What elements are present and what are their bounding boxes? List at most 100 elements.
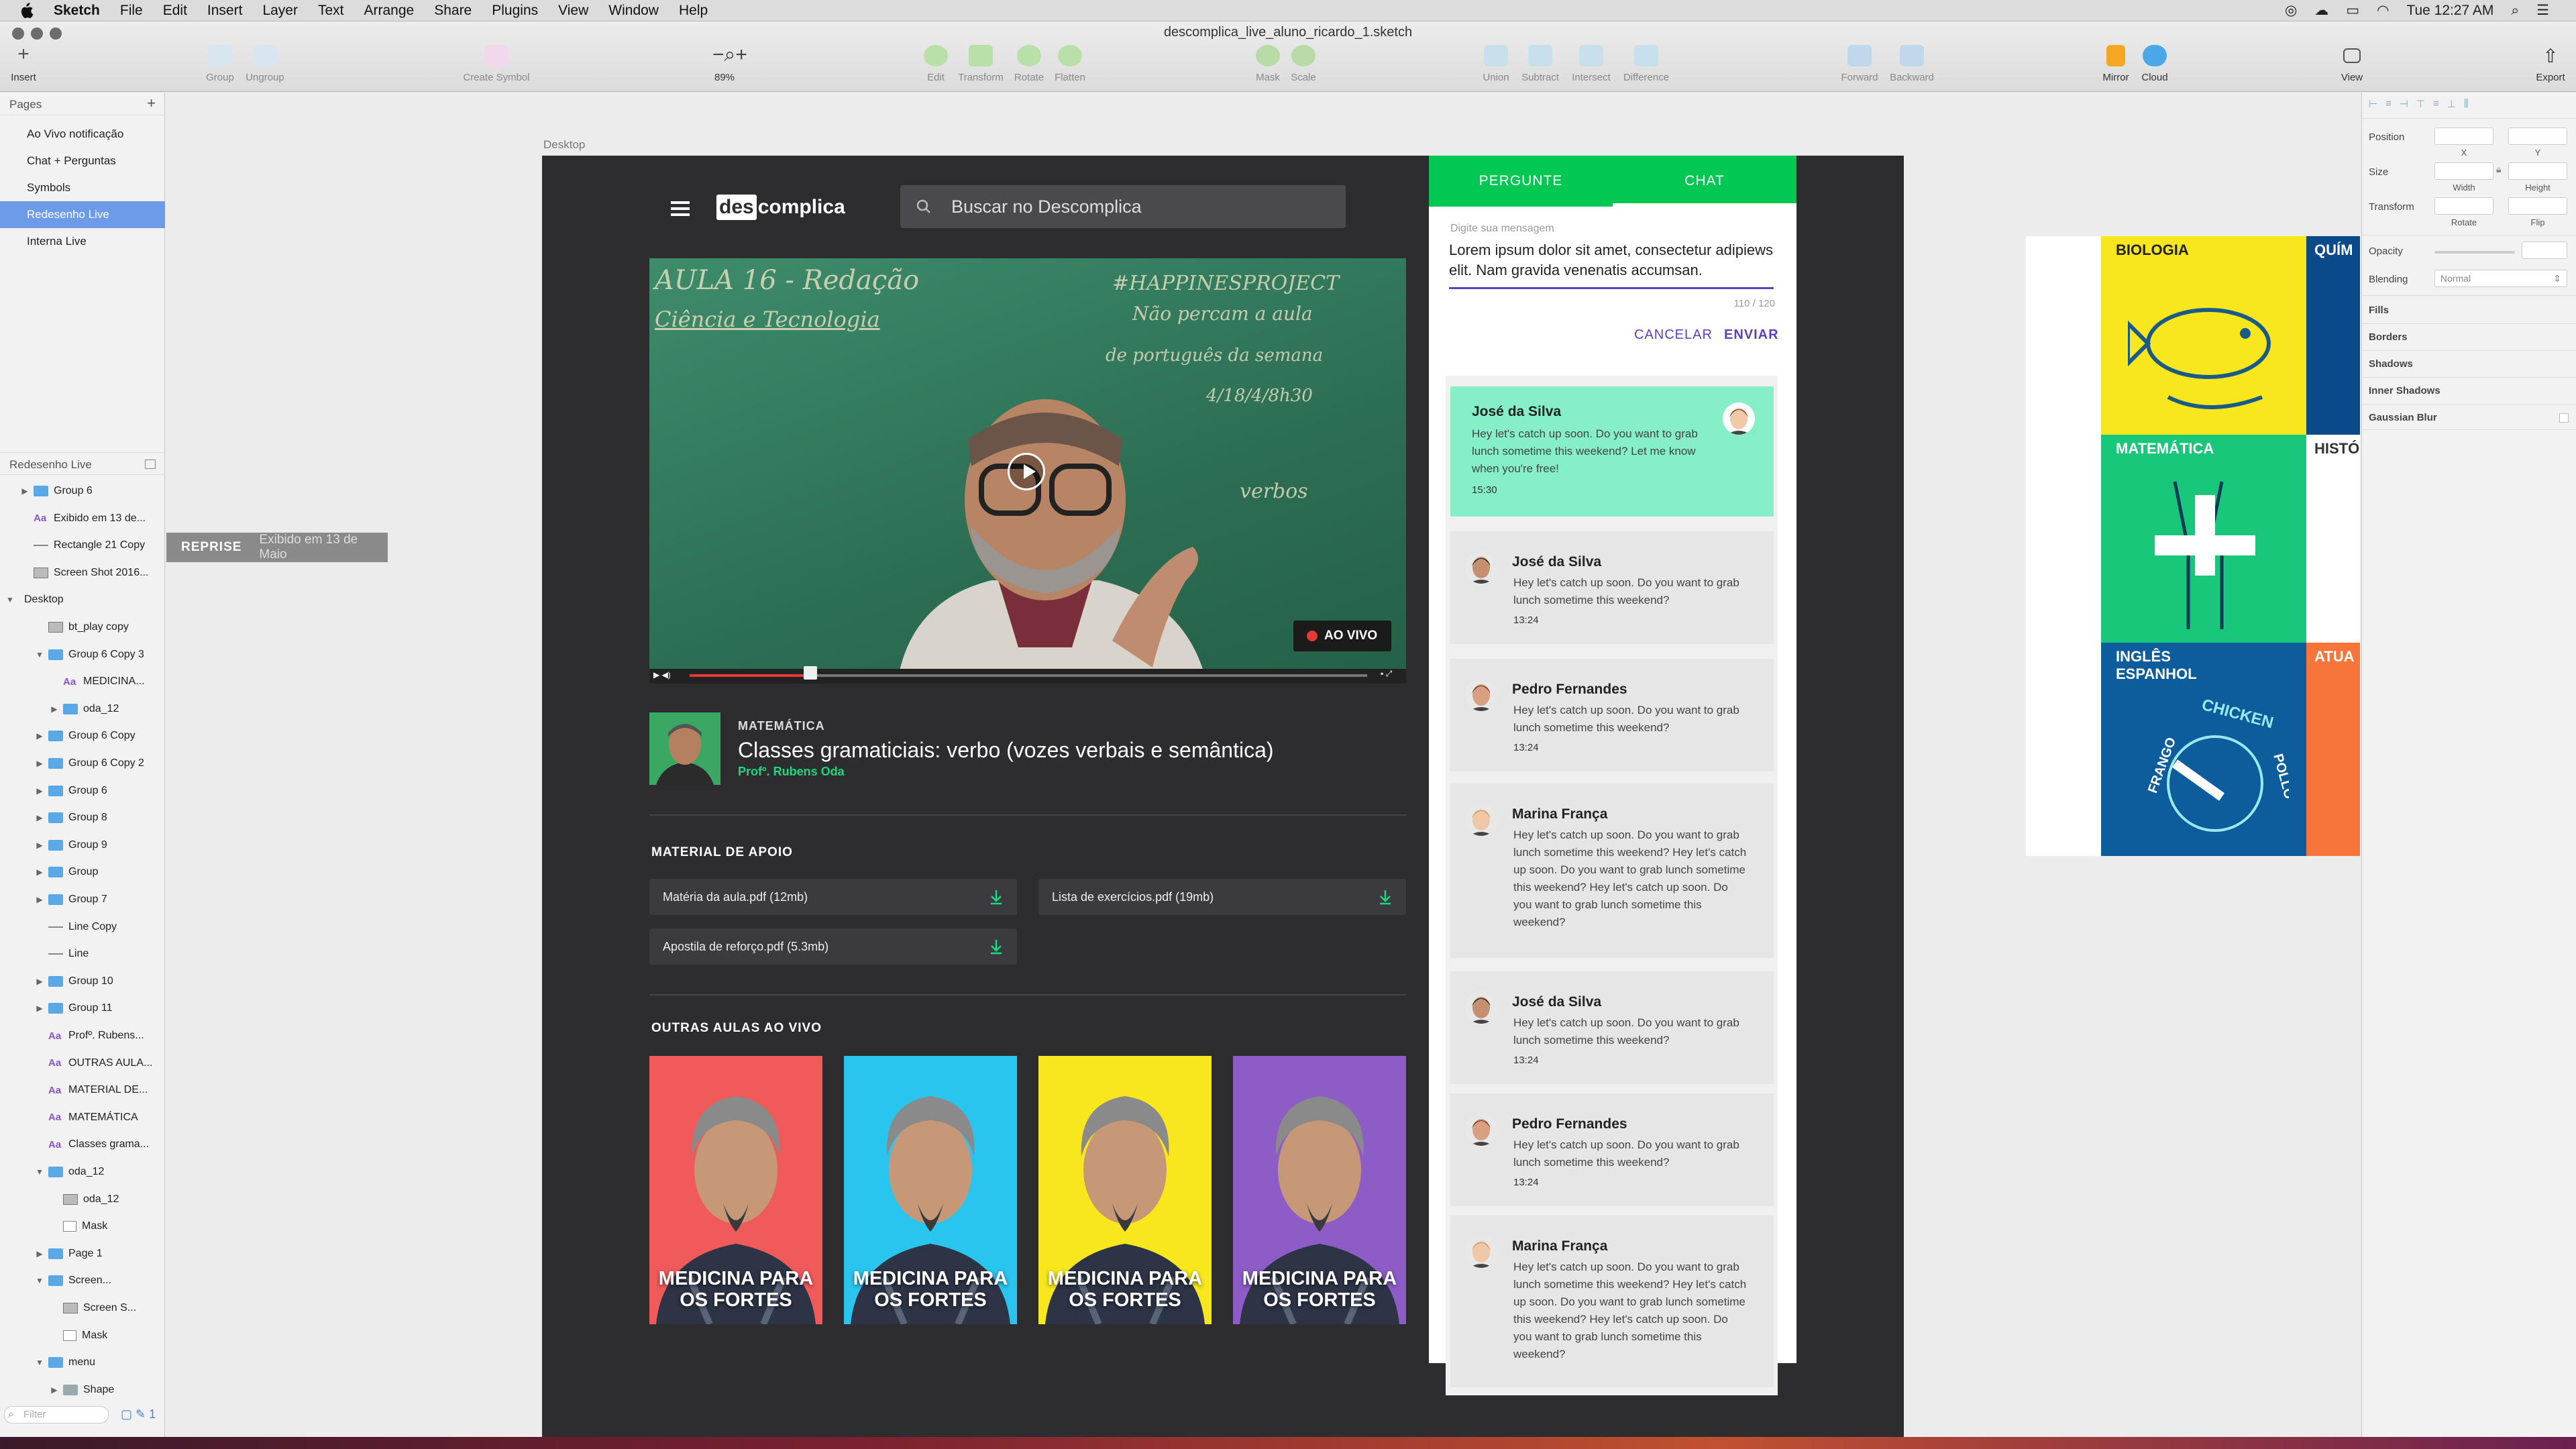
layer-row[interactable]: ▼ Screen... (0, 1267, 165, 1294)
x-field[interactable] (2434, 127, 2493, 145)
user-avatar[interactable] (1465, 1114, 1497, 1146)
layer-row[interactable]: Aa MATERIAL DE... (0, 1077, 165, 1104)
lesson-card[interactable]: MEDICINA PARA OS FORTES (844, 1056, 1017, 1324)
layer-row[interactable]: Aa Exibido em 13 de... (0, 505, 165, 532)
subject-tile[interactable]: ATUA (2306, 643, 2360, 856)
user-avatar[interactable] (1465, 679, 1497, 711)
layer-row[interactable]: Line (0, 941, 165, 967)
insert-button[interactable]: + Insert (0, 44, 57, 84)
menu-plugins[interactable]: Plugins (492, 3, 538, 19)
subject-tile[interactable]: QUÍM (2306, 236, 2360, 435)
backward-button[interactable]: Backward (1878, 45, 1945, 83)
align-right-icon[interactable]: ⊣ (2400, 98, 2408, 114)
subject-tile[interactable]: BIOLOGIA (2101, 236, 2306, 435)
layer-row[interactable]: Aa Profº. Rubens... (0, 1022, 165, 1049)
disclosure-closed-icon[interactable]: ▶ (35, 867, 44, 877)
layer-row[interactable]: Rectangle 21 Copy (0, 532, 165, 559)
menu-help[interactable]: Help (679, 3, 708, 19)
zoom-control[interactable]: −⌕+ 89% (691, 45, 758, 84)
lesson-card[interactable]: MEDICINA PARA OS FORTES (649, 1056, 822, 1324)
blending-select[interactable]: Normal ⇕ (2434, 270, 2567, 287)
view-button[interactable]: View (2318, 45, 2385, 83)
tab-chat[interactable]: CHAT (1613, 156, 1796, 207)
export-button[interactable]: ⇧ Export (2517, 45, 2576, 83)
video-scrubber[interactable] (804, 666, 817, 680)
disclosure-closed-icon[interactable]: ▶ (20, 486, 30, 496)
message-author[interactable]: Marina França (1512, 806, 1607, 822)
flip-control[interactable] (2508, 197, 2567, 215)
cloud-icon[interactable]: ☁ (2314, 2, 2328, 19)
menu-share[interactable]: Share (434, 3, 472, 19)
layer-row[interactable]: Mask (0, 1322, 165, 1349)
layer-filter-input[interactable]: Filter (4, 1406, 109, 1424)
layer-row[interactable]: ▶ Group 9 (0, 832, 165, 859)
disclosure-open-icon[interactable]: ▼ (35, 1358, 44, 1367)
layer-row[interactable]: Aa OUTRAS AULA... (0, 1050, 165, 1077)
layer-row[interactable]: ▶ Group 10 (0, 968, 165, 995)
align-top-icon[interactable]: ⊤ (2416, 98, 2425, 114)
page-item[interactable]: Redesenho Live (0, 201, 165, 228)
disclosure-closed-icon[interactable]: ▶ (35, 759, 44, 768)
align-left-icon[interactable]: ⊢ (2369, 98, 2377, 114)
create-symbol-button[interactable]: Create Symbol (456, 45, 537, 83)
send-button[interactable]: ENVIAR (1724, 327, 1779, 343)
layer-row[interactable]: ▶ Group 6 (0, 478, 165, 504)
lock-icon[interactable]: 🔒︎ (2496, 164, 2501, 175)
user-avatar[interactable] (1465, 991, 1497, 1024)
layer-row[interactable]: Screen Shot 2016... (0, 559, 165, 586)
layer-row[interactable]: ▶ Group 6 Copy 2 (0, 750, 165, 777)
page-item[interactable]: Symbols (0, 174, 165, 201)
artboard-label[interactable]: Desktop (543, 138, 585, 152)
airplay-icon[interactable]: ▭ (2346, 2, 2359, 19)
alignment-toolbar[interactable]: ⊢ ≡ ⊣ ⊤ ≡ ⊥ ⫼ (2369, 98, 2570, 114)
align-bottom-icon[interactable]: ⊥ (2447, 98, 2456, 114)
video-player[interactable]: AULA 16 - Redação Ciência e Tecnologia #… (649, 258, 1406, 684)
wifi-icon[interactable]: ◠ (2377, 2, 2389, 19)
menu-arrange[interactable]: Arrange (364, 3, 414, 19)
scale-button[interactable]: Scale (1270, 45, 1337, 83)
opacity-field[interactable] (2522, 241, 2567, 259)
lesson-card[interactable]: MEDICINA PARA OS FORTES (1038, 1056, 1212, 1324)
disclosure-closed-icon[interactable]: ▶ (35, 813, 44, 822)
message-author[interactable]: Pedro Fernandes (1512, 1116, 1627, 1132)
menu-text[interactable]: Text (318, 3, 344, 19)
layer-row[interactable]: oda_12 (0, 1186, 165, 1213)
disclosure-closed-icon[interactable]: ▶ (35, 1004, 44, 1013)
layer-row[interactable]: Screen S... (0, 1295, 165, 1322)
layer-row[interactable]: ▶ Group 6 Copy (0, 722, 165, 749)
menu-view[interactable]: View (558, 3, 588, 19)
material-download-item[interactable]: Apostila de reforço.pdf (5.3mb) (649, 928, 1017, 965)
subject-tile[interactable]: INGLÊS ESPANHOL CHICKEN FRANGO POLLO (2101, 643, 2306, 856)
user-avatar[interactable] (1723, 402, 1755, 435)
inner-shadows-section[interactable]: Inner Shadows (2369, 385, 2440, 396)
layer-row[interactable]: ▶ Shape (0, 1377, 165, 1403)
page-item[interactable]: Ao Vivo notificação (0, 121, 165, 148)
fills-section[interactable]: Fills (2369, 305, 2389, 316)
menu-edit[interactable]: Edit (163, 3, 187, 19)
preview-artboard[interactable]: BIOLOGIA QUÍM MATEMÁTICA HISTÓ INGLÊS ES… (2026, 236, 2360, 856)
rotate-field[interactable] (2434, 197, 2493, 215)
cancel-button[interactable]: CANCELAR (1634, 327, 1713, 343)
layer-row[interactable]: ▼ menu (0, 1349, 165, 1376)
message-author[interactable]: Marina França (1512, 1238, 1607, 1254)
distribute-icon[interactable]: ⫼ (2464, 98, 2469, 114)
layer-row[interactable]: ▼ Desktop (0, 586, 165, 613)
disclosure-closed-icon[interactable]: ▶ (35, 731, 44, 741)
menu-app[interactable]: Sketch (54, 3, 100, 19)
subject-tile[interactable]: HISTÓ (2306, 435, 2360, 643)
gaussian-blur-section[interactable]: Gaussian Blur (2369, 412, 2437, 423)
message-author[interactable]: José da Silva (1512, 554, 1601, 570)
disclosure-open-icon[interactable]: ▼ (35, 1276, 44, 1285)
descomplica-logo[interactable]: des complica (716, 195, 845, 220)
disclosure-closed-icon[interactable]: ▶ (50, 1385, 59, 1395)
layer-row[interactable]: ▶ oda_12 (0, 696, 165, 722)
disclosure-open-icon[interactable]: ▼ (35, 1167, 44, 1177)
layer-row[interactable]: ▶ Group 6 (0, 777, 165, 804)
message-input[interactable]: Lorem ipsum dolor sit amet, consectetur … (1449, 240, 1778, 280)
collapse-icon[interactable] (145, 460, 156, 469)
message-author[interactable]: José da Silva (1512, 994, 1601, 1010)
difference-button[interactable]: Difference (1613, 45, 1680, 83)
layer-row[interactable]: ▼ Group 6 Copy 3 (0, 641, 165, 668)
flatten-button[interactable]: Flatten (1036, 45, 1104, 83)
menu-window[interactable]: Window (608, 3, 659, 19)
